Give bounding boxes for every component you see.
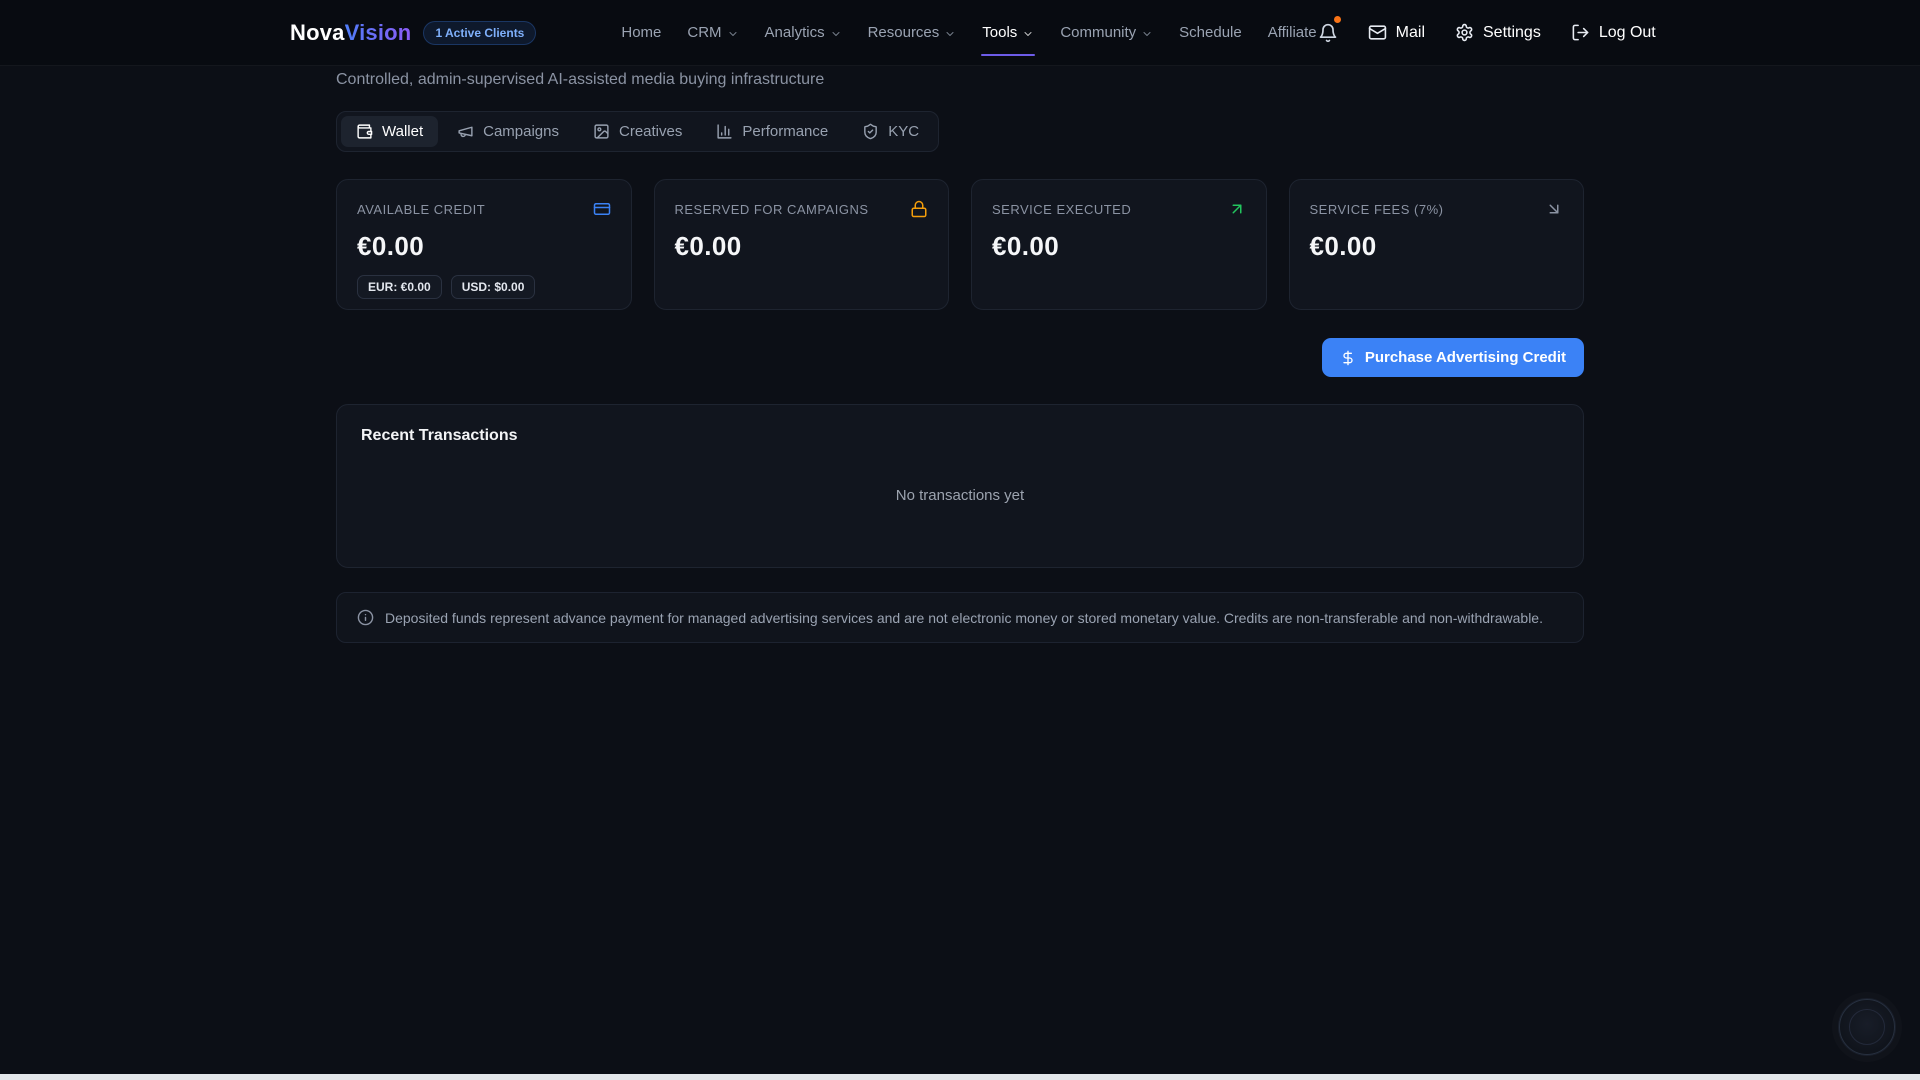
tab-label: Campaigns [483,123,559,140]
chat-widget-button[interactable] [1839,999,1895,1055]
stat-card-service-fees: SERVICE FEES (7%) €0.00 [1289,179,1585,310]
chevron-down-icon [1141,28,1153,40]
arrow-down-right-icon [1545,200,1563,218]
tab-label: Performance [742,123,828,140]
settings-button[interactable]: Settings [1455,23,1541,42]
top-navigation-bar: NovaVision 1 Active Clients Home CRM Ana… [0,0,1920,66]
recent-transactions-card: Recent Transactions No transactions yet [336,404,1584,568]
tab-label: Creatives [619,123,682,140]
mail-icon [1368,23,1387,42]
brand-logo[interactable]: NovaVision [290,20,411,46]
disclaimer-banner: Deposited funds represent advance paymen… [336,592,1584,643]
nav-item-resources[interactable]: Resources [867,18,958,47]
wallet-icon [356,123,373,140]
nav-item-crm[interactable]: CRM [686,18,739,47]
wallet-stats-grid: AVAILABLE CREDIT €0.00 EUR: €0.00 USD: $… [336,179,1584,310]
eur-balance-badge: EUR: €0.00 [357,275,442,299]
tab-kyc[interactable]: KYC [847,116,934,147]
stat-value: €0.00 [992,231,1246,262]
bar-chart-icon [716,123,733,140]
chevron-down-icon [830,28,842,40]
nav-item-label: Tools [982,24,1017,41]
active-clients-badge: 1 Active Clients [423,21,536,45]
stat-card-service-executed: SERVICE EXECUTED €0.00 [971,179,1267,310]
credit-card-icon [593,200,611,218]
nav-item-label: Community [1060,24,1136,41]
page-subtitle: Controlled, admin-supervised AI-assisted… [336,71,1584,89]
wallet-section-tabs: Wallet Campaigns Creatives Performance K… [336,111,939,152]
transactions-empty-message: No transactions yet [361,445,1559,545]
transactions-title: Recent Transactions [361,427,1559,445]
tab-campaigns[interactable]: Campaigns [442,116,574,147]
brand-vision: Vision [345,20,412,45]
nav-item-community[interactable]: Community [1059,18,1154,47]
purchase-credit-button[interactable]: Purchase Advertising Credit [1322,338,1584,377]
stat-label: SERVICE EXECUTED [992,202,1131,217]
brand-nova: Nova [290,20,345,45]
settings-label: Settings [1483,24,1541,42]
chevron-down-icon [727,28,739,40]
notifications-button[interactable] [1318,23,1338,43]
stat-value: €0.00 [1310,231,1564,262]
horizontal-scrollbar[interactable] [0,1074,1920,1080]
disclaimer-text: Deposited funds represent advance paymen… [385,610,1543,626]
tab-label: KYC [888,123,919,140]
nav-item-tools[interactable]: Tools [981,18,1035,47]
info-icon [357,609,374,626]
tab-wallet[interactable]: Wallet [341,116,438,147]
nav-item-schedule[interactable]: Schedule [1178,18,1243,47]
logout-button[interactable]: Log Out [1571,23,1656,42]
mail-button[interactable]: Mail [1368,23,1425,42]
nav-item-home[interactable]: Home [620,18,662,47]
chevron-down-icon [944,28,956,40]
bell-icon [1318,23,1338,43]
megaphone-icon [457,123,474,140]
header-actions: Mail Settings Log Out [1318,23,1656,43]
tab-label: Wallet [382,123,423,140]
stat-label: AVAILABLE CREDIT [357,202,485,217]
stat-value: €0.00 [675,231,929,262]
image-icon [593,123,610,140]
brand: NovaVision 1 Active Clients [290,20,536,46]
stat-label: RESERVED FOR CAMPAIGNS [675,202,869,217]
logout-icon [1571,23,1590,42]
usd-balance-badge: USD: $0.00 [451,275,536,299]
shield-check-icon [862,123,879,140]
nav-item-label: CRM [687,24,721,41]
arrow-up-right-icon [1228,200,1246,218]
stat-label: SERVICE FEES (7%) [1310,202,1444,217]
mail-label: Mail [1396,24,1425,42]
nav-item-label: Resources [868,24,940,41]
nav-item-label: Analytics [765,24,825,41]
nav-item-label: Affiliate [1268,24,1317,41]
gear-icon [1455,23,1474,42]
tab-creatives[interactable]: Creatives [578,116,697,147]
main-content: Controlled, admin-supervised AI-assisted… [336,71,1584,643]
nav-item-affiliate[interactable]: Affiliate [1267,18,1318,47]
stat-value: €0.00 [357,231,611,262]
purchase-credit-label: Purchase Advertising Credit [1365,349,1566,366]
logout-label: Log Out [1599,24,1656,42]
lock-icon [910,200,928,218]
tab-performance[interactable]: Performance [701,116,843,147]
main-nav: Home CRM Analytics Resources Tools Commu… [620,18,1317,47]
nav-item-label: Schedule [1179,24,1242,41]
chevron-down-icon [1022,28,1034,40]
dollar-icon [1340,350,1356,366]
nav-item-label: Home [621,24,661,41]
nav-item-analytics[interactable]: Analytics [764,18,843,47]
notification-dot [1334,16,1341,23]
stat-card-available-credit: AVAILABLE CREDIT €0.00 EUR: €0.00 USD: $… [336,179,632,310]
stat-card-reserved: RESERVED FOR CAMPAIGNS €0.00 [654,179,950,310]
